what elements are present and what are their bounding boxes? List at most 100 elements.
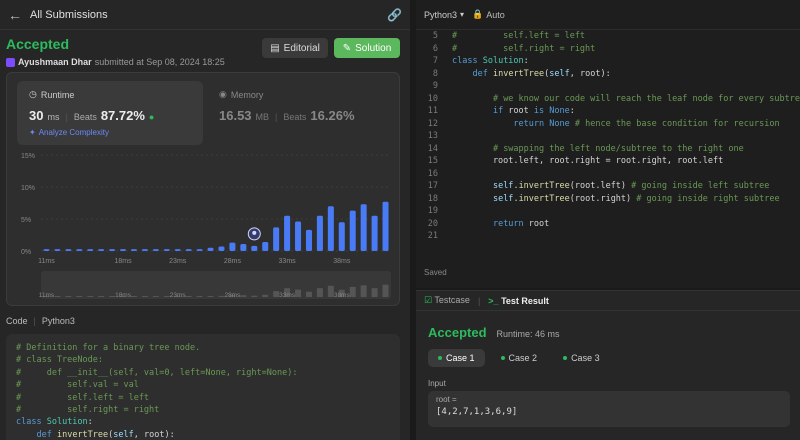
case-tabs: Case 1 Case 2 Case 3 — [428, 349, 610, 367]
all-submissions-link[interactable]: All Submissions — [30, 9, 108, 21]
overview-tick-label: 28ms — [224, 292, 241, 299]
x-tick-label: 28ms — [224, 258, 242, 265]
histogram-bar[interactable] — [54, 249, 61, 251]
histogram-bar[interactable] — [109, 249, 116, 251]
submitter-name[interactable]: Ayushmaan Dhar — [18, 57, 92, 67]
memory-card[interactable]: ◉ Memory 16.53 MB | Beats 16.26% — [219, 81, 389, 145]
line-number: 19 — [427, 206, 438, 216]
memory-icon: ◉ — [219, 89, 227, 99]
histogram-bar[interactable] — [382, 201, 389, 251]
histogram-bar[interactable] — [305, 229, 312, 251]
histogram-bar[interactable] — [327, 206, 334, 251]
editor-line[interactable]: 16 — [416, 168, 800, 181]
tab-test-result[interactable]: >_ Test Result — [488, 296, 549, 306]
memory-unit: MB — [255, 112, 270, 122]
line-number: 14 — [427, 143, 438, 154]
edit-icon: ✎ — [342, 42, 352, 54]
auto-toggle[interactable]: 🔒 Auto — [472, 9, 505, 20]
code-lang: Python3 — [41, 316, 75, 326]
histogram-bar[interactable] — [360, 204, 367, 251]
solution-button[interactable]: ✎ Solution — [334, 38, 400, 58]
analyze-complexity-link[interactable]: ✦ Analyze Complexity — [29, 128, 191, 137]
editor-line[interactable]: 21 — [416, 230, 800, 243]
histogram-bar[interactable] — [218, 246, 225, 251]
divider: | — [33, 316, 36, 326]
histogram-bar[interactable] — [152, 249, 159, 251]
runtime-value: 30 — [29, 108, 44, 123]
editor-line[interactable]: 12 return None # hence the base conditio… — [416, 118, 800, 131]
sparkle-icon: ✦ — [29, 128, 36, 137]
histogram-bar[interactable] — [163, 249, 170, 251]
runtime-card[interactable]: ◷ Runtime 30 ms | Beats 87.72% ● ✦ Analy… — [17, 81, 203, 145]
case-2-tab[interactable]: Case 2 — [491, 349, 548, 367]
overview-bar — [295, 289, 302, 297]
submitted-code: # Definition for a binary tree node. # cl… — [6, 334, 400, 440]
test-result-label: Test Result — [501, 295, 549, 306]
histogram-bar[interactable] — [338, 222, 345, 251]
editor-line[interactable]: 18 self.invertTree(root.right) # going i… — [416, 193, 800, 206]
editor-line[interactable]: 11 if root is None: — [416, 105, 800, 118]
x-tick-label: 33ms — [279, 258, 297, 265]
editor-line[interactable]: 10 # we know our code will reach the lea… — [416, 93, 800, 106]
link-icon[interactable]: 🔗 — [387, 8, 402, 22]
histogram-bar[interactable] — [251, 245, 258, 251]
language-select[interactable]: Python3 ▾ — [424, 10, 464, 20]
submission-panel: ← All Submissions 🔗 Accepted Ayushmaan D… — [0, 0, 410, 440]
runtime-unit: ms — [47, 112, 60, 122]
histogram-bar[interactable] — [273, 227, 280, 251]
histogram-bar[interactable] — [262, 242, 269, 251]
histogram-bar[interactable] — [371, 215, 378, 251]
performance-stats: ◷ Runtime 30 ms | Beats 87.72% ● ✦ Analy… — [6, 72, 400, 306]
case-1-tab[interactable]: Case 1 — [428, 349, 485, 367]
histogram-bar[interactable] — [284, 215, 291, 251]
line-text — [444, 130, 457, 143]
editor-line[interactable]: 13 — [416, 130, 800, 143]
editor-line[interactable]: 6 # self.right = right — [416, 43, 800, 56]
histogram-bar[interactable] — [174, 249, 181, 251]
result-status: Accepted — [428, 325, 487, 340]
tab-testcase[interactable]: ☑ Testcase — [424, 295, 470, 306]
histogram-bar[interactable] — [141, 249, 148, 251]
histogram-bar[interactable] — [316, 215, 323, 251]
runtime-distribution-chart[interactable]: 15% 10% 5% 0% 11ms 18ms 23ms 28ms 33ms 38ms 11ms 18… — [7, 149, 401, 309]
histogram-bar[interactable] — [295, 221, 302, 251]
editor-line[interactable]: 20 return root — [416, 218, 800, 231]
line-number: 8 — [432, 68, 438, 79]
editor-line[interactable]: 9 — [416, 80, 800, 93]
histogram-bar[interactable] — [120, 249, 127, 251]
histogram-bar[interactable] — [349, 210, 356, 251]
histogram-bar[interactable] — [229, 242, 236, 251]
overview-tick-label: 18ms — [115, 292, 132, 299]
overview-bar — [305, 291, 312, 297]
editor-line[interactable]: 19 — [416, 205, 800, 218]
editor-line[interactable]: 14 # swapping the left node/subtree to t… — [416, 143, 800, 156]
histogram-bar[interactable] — [76, 249, 83, 251]
editorial-button[interactable]: ▤ Editorial — [262, 38, 328, 58]
histogram-bar[interactable] — [98, 249, 105, 251]
editor-line[interactable]: 15 root.left, root.right = root.right, r… — [416, 155, 800, 168]
histogram-bar[interactable] — [196, 249, 203, 251]
back-arrow-icon[interactable]: ← — [8, 7, 22, 23]
histogram-bar[interactable] — [207, 247, 214, 251]
histogram-bar[interactable] — [185, 249, 192, 251]
editor-line[interactable]: 8 def invertTree(self, root): — [416, 68, 800, 81]
histogram-bar[interactable] — [130, 249, 137, 251]
editor-line[interactable]: 17 self.invertTree(root.left) # going in… — [416, 180, 800, 193]
code-tab[interactable]: Code — [6, 316, 28, 326]
histogram-bar[interactable] — [240, 243, 247, 251]
case-3-tab[interactable]: Case 3 — [553, 349, 610, 367]
overview-bar — [207, 296, 214, 297]
overview-bar — [65, 296, 72, 297]
line-number: 16 — [427, 168, 438, 179]
histogram-bar[interactable] — [65, 249, 72, 251]
code-line: # def __init__(self, val=0, left=None, r… — [16, 367, 298, 378]
testcase-label: Testcase — [434, 295, 470, 305]
code-editor[interactable]: Python3 ▾ 🔒 Auto 5 # self.left = left 6 # s… — [416, 0, 800, 288]
histogram-bar[interactable] — [87, 249, 94, 251]
histogram-bar[interactable] — [43, 249, 50, 251]
code-tabbar: Code | Python3 — [6, 316, 75, 326]
editor-line[interactable]: 7 class Solution: — [416, 55, 800, 68]
editor-line[interactable]: 5 # self.left = left — [416, 30, 800, 43]
editor-toolbar: Python3 ▾ 🔒 Auto — [416, 0, 800, 30]
editor-code-area[interactable]: 5 # self.left = left 6 # self.right = right… — [416, 30, 800, 260]
